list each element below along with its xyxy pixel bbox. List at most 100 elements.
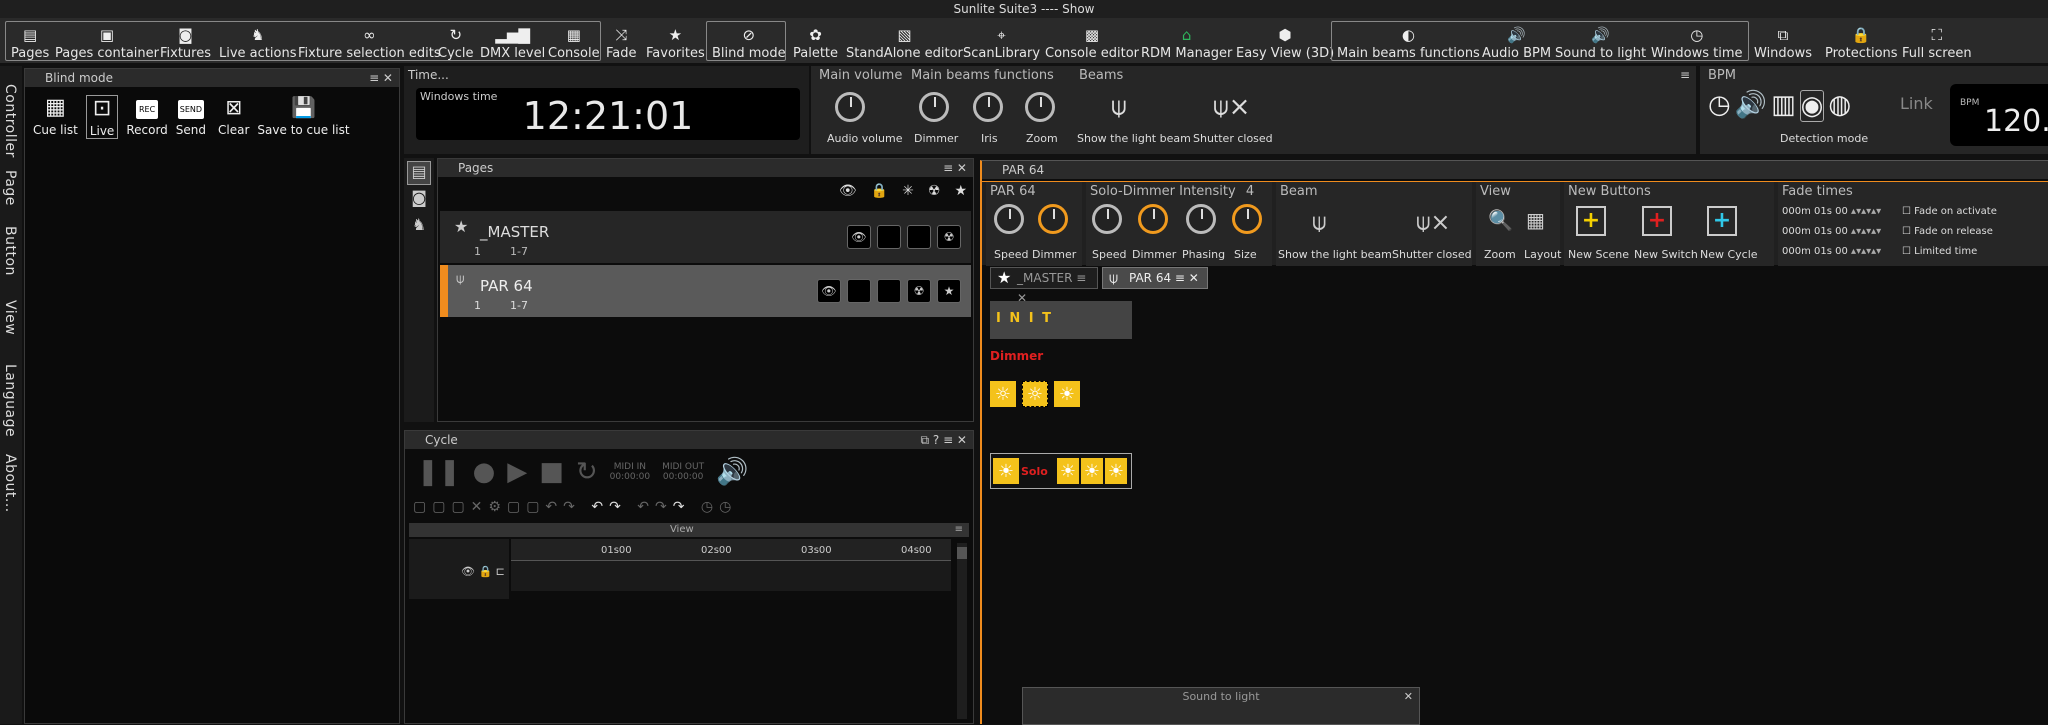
fixtures-view-icon[interactable]: ◙	[407, 188, 431, 212]
iris-knob[interactable]	[973, 92, 1003, 122]
pages-button[interactable]: ▤ Pages	[8, 21, 52, 61]
shutter-closed-icon[interactable]: ⍦×	[1213, 92, 1250, 123]
main-beams-functions-button[interactable]: ◐ Main beams functions	[1334, 21, 1483, 61]
side-tab-language[interactable]: Language	[2, 364, 18, 437]
visible-toggle[interactable]: 👁	[817, 279, 841, 303]
fade-time-input[interactable]: 000m 01s 00	[1782, 226, 1848, 237]
fixture-selection-edits-button[interactable]: ∞ Fixture selection edits	[295, 21, 444, 61]
new-switch-icon[interactable]: +	[1642, 206, 1672, 236]
full-screen-button[interactable]: ⛶ Full screen	[1899, 21, 1975, 61]
easy-view-button[interactable]: ⬢ Easy View (3D)	[1233, 21, 1337, 61]
limited-time-checkbox[interactable]: ☐ Limited time	[1902, 242, 1997, 262]
size-knob[interactable]	[1232, 204, 1262, 234]
sound-to-light-button[interactable]: 🔊 Sound to light	[1552, 21, 1649, 61]
sun-icon[interactable]: ☼	[990, 381, 1016, 407]
pages-view-icon[interactable]: ▤	[407, 161, 431, 185]
sun-icon[interactable]: ☀	[1057, 458, 1079, 484]
asterisk-toggle[interactable]	[877, 279, 901, 303]
standalone-editor-button[interactable]: ▧ StandAlone editor	[843, 21, 966, 61]
new-cycle-icon[interactable]: +	[1707, 206, 1737, 236]
protections-button[interactable]: 🔒 Protections	[1822, 21, 1901, 61]
sun-icon[interactable]: ☀	[1081, 458, 1103, 484]
favorite-toggle[interactable]: ★	[937, 279, 961, 303]
layout-icon[interactable]: ▦	[1526, 208, 1545, 232]
detection-mode-icon[interactable]: ◉	[1799, 90, 1825, 122]
pages-container-button[interactable]: ▣ Pages container	[52, 21, 162, 61]
console-editor-button[interactable]: ▩ Console editor	[1042, 21, 1142, 61]
visible-toggle[interactable]: 👁	[847, 225, 871, 249]
asterisk-toggle[interactable]	[907, 225, 931, 249]
live-actions-button[interactable]: ♞ Live actions	[216, 21, 299, 61]
save-to-cue-list-button[interactable]: 💾 Save to cue list	[257, 95, 349, 139]
speaker-icon[interactable]: 🔊	[1735, 90, 1767, 122]
lock-toggle[interactable]	[847, 279, 871, 303]
dimmer-knob[interactable]	[1138, 204, 1168, 234]
speed-knob[interactable]	[1092, 204, 1122, 234]
pause-icon[interactable]: ❚❚	[417, 457, 461, 487]
record-button[interactable]: REC Record	[126, 95, 168, 139]
cue-list-button[interactable]: ▦ Cue list	[33, 95, 78, 139]
speaker-icon[interactable]: 🔊	[716, 457, 748, 487]
sun-icon[interactable]: ☼	[1022, 381, 1048, 407]
side-tab-controller[interactable]: Controller	[2, 84, 18, 158]
cycle-button[interactable]: ↻ Cycle	[435, 21, 477, 61]
windows-time-button[interactable]: ◷ Windows time	[1648, 21, 1746, 61]
shutter-closed-icon[interactable]: ⍦×	[1416, 208, 1451, 236]
new-scene-icon[interactable]: +	[1576, 206, 1606, 236]
init-button[interactable]: I N I T	[990, 301, 1132, 339]
windows-button[interactable]: ⧉ Windows	[1751, 21, 1815, 61]
clock-icon[interactable]: ◷	[1708, 90, 1731, 122]
light-beam-icon[interactable]: ⍦	[1111, 92, 1127, 123]
console-button[interactable]: ▦ Console	[545, 21, 603, 61]
audio-volume-knob[interactable]	[835, 92, 865, 122]
dimmer-knob[interactable]	[1038, 204, 1068, 234]
timeline-track[interactable]	[511, 561, 951, 591]
light-beam-icon[interactable]: ⍦	[1312, 208, 1326, 236]
dimmer-knob[interactable]	[919, 92, 949, 122]
timeline-track-icons[interactable]: 👁 🔒 ⊏	[461, 565, 505, 578]
piano-icon[interactable]: ▥	[1771, 90, 1796, 122]
side-tab-about[interactable]: About...	[2, 454, 18, 513]
tab-master[interactable]: ★ _MASTER ≡ ✕	[990, 267, 1098, 305]
loop-icon[interactable]: ↻	[576, 457, 598, 487]
sun-icon[interactable]: ☀	[1054, 381, 1080, 407]
rabbit-icon[interactable]: ♞	[407, 215, 431, 239]
zoom-knob[interactable]	[1025, 92, 1055, 122]
favorites-button[interactable]: ★ Favorites	[643, 21, 708, 61]
play-icon[interactable]: ▶	[507, 457, 527, 487]
send-button[interactable]: SEND Send	[176, 95, 206, 139]
cycle-edit-tools[interactable]: ▢▢▢✕⚙▢▢↶↷ ↶↷ ↶↷↷ ◷◷	[413, 499, 737, 515]
rdm-manager-button[interactable]: ⌂ RDM Manager	[1138, 21, 1235, 61]
panel-window-icons[interactable]: ⧉ ? ≡ ✕	[921, 431, 974, 449]
panel-menu-icon[interactable]: ≡	[1680, 68, 1690, 82]
phasing-knob[interactable]	[1186, 204, 1216, 234]
sun-icon[interactable]: ☀	[993, 458, 1019, 484]
side-tab-page[interactable]: Page	[2, 170, 18, 206]
dmx-level-button[interactable]: ▂▅▇ DMX level	[477, 21, 548, 61]
timeline-scrollbar[interactable]	[957, 543, 967, 719]
side-tab-button[interactable]: Button	[2, 226, 18, 276]
fade-button[interactable]: ⤨ Fade	[603, 21, 640, 61]
stop-icon[interactable]: ■	[539, 457, 564, 487]
close-icon[interactable]: ✕	[1404, 690, 1413, 703]
scanlibrary-button[interactable]: ⌖ ScanLibrary	[960, 21, 1043, 61]
page-row[interactable]: ★ _MASTER 1 1-7 👁 ☢	[440, 211, 971, 263]
record-icon[interactable]: ●	[473, 457, 496, 487]
fade-on-release-checkbox[interactable]: ☐ Fade on release	[1902, 222, 1997, 242]
panel-menu-icon[interactable]: ≡	[955, 523, 969, 537]
fade-on-activate-checkbox[interactable]: ☐ Fade on activate	[1902, 202, 1997, 222]
fade-time-input[interactable]: 000m 01s 00	[1782, 206, 1848, 217]
audio-bpm-button[interactable]: 🔊 Audio BPM	[1479, 21, 1554, 61]
radiation-toggle[interactable]: ☢	[937, 225, 961, 249]
fixtures-button[interactable]: ◙ Fixtures	[157, 21, 214, 61]
lock-toggle[interactable]	[877, 225, 901, 249]
clear-button[interactable]: ⊠ Clear	[218, 95, 249, 139]
palette-button[interactable]: ✿ Palette	[790, 21, 841, 61]
fade-time-input[interactable]: 000m 01s 00	[1782, 246, 1848, 257]
radiation-toggle[interactable]: ☢	[907, 279, 931, 303]
sun-icon[interactable]: ☀	[1105, 458, 1127, 484]
side-tab-view[interactable]: View	[2, 300, 18, 335]
speed-knob[interactable]	[994, 204, 1024, 234]
zoom-icon[interactable]: 🔍	[1488, 208, 1513, 232]
live-button[interactable]: ⊡ Live	[85, 95, 119, 139]
